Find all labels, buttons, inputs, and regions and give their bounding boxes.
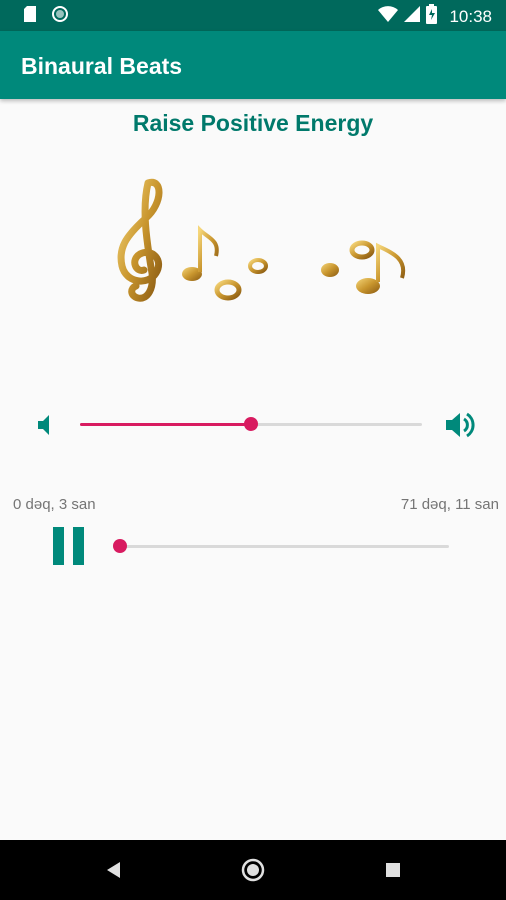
track-title: Raise Positive Energy: [132, 110, 374, 136]
battery-charging-icon: [426, 4, 438, 29]
elapsed-time: 0 dəq, 3 san: [13, 496, 96, 513]
pause-icon-bar: [73, 527, 84, 565]
volume-slider-fill: [80, 423, 251, 426]
wifi-icon: [378, 6, 399, 27]
total-time: 71 dəq, 11 san: [400, 496, 499, 513]
home-icon[interactable]: [241, 858, 265, 882]
navigation-bar: [0, 840, 506, 900]
pause-icon: [53, 527, 64, 565]
pause-button[interactable]: [50, 527, 86, 565]
app-bar: Binaural Beats: [0, 31, 506, 99]
circle-icon: [52, 6, 68, 27]
status-bar: 10:38: [0, 0, 506, 31]
sd-card-icon: [24, 6, 36, 27]
seek-slider-thumb[interactable]: [113, 539, 128, 553]
back-icon[interactable]: [102, 858, 126, 882]
volume-slider[interactable]: [80, 417, 422, 431]
recents-icon[interactable]: [381, 858, 405, 882]
seek-slider[interactable]: [113, 539, 449, 553]
signal-icon: [404, 6, 421, 27]
status-clock: 10:38: [449, 6, 492, 26]
volume-low-icon[interactable]: [34, 413, 56, 437]
volume-slider-thumb[interactable]: [244, 417, 258, 431]
music-notes-image: [108, 178, 418, 313]
volume-control: [0, 400, 506, 450]
app-title: Binaural Beats: [21, 53, 183, 79]
volume-high-icon[interactable]: [444, 410, 476, 440]
